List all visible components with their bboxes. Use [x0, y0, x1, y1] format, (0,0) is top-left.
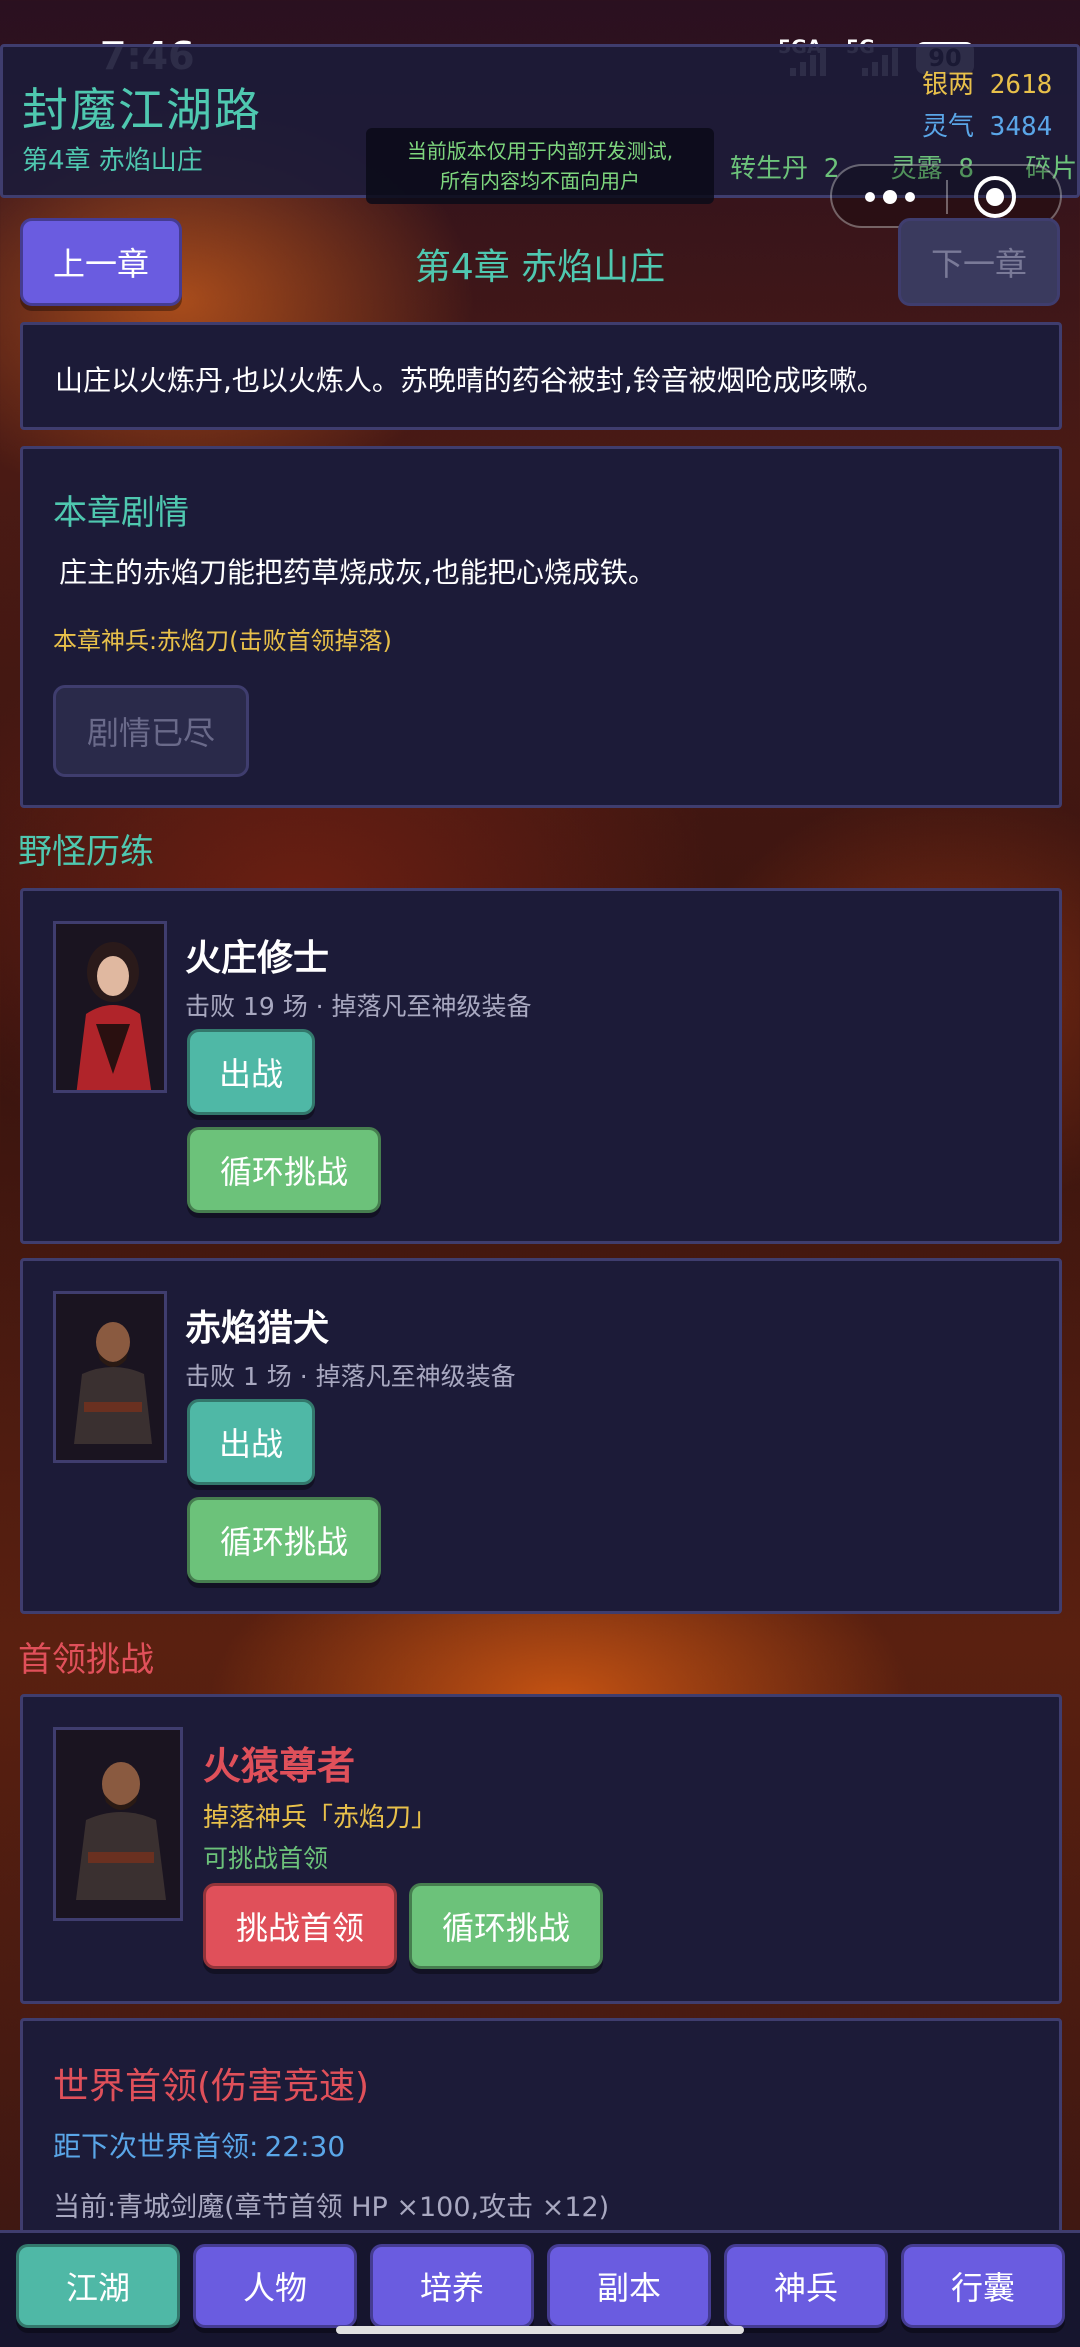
spirit-value: 3484 — [989, 112, 1053, 142]
monster-name: 火庄修士 — [185, 938, 330, 979]
chapter-intro-text: 山庄以火炼丹,也以火炼人。苏晚晴的药谷被封,铃音被烟呛成咳嗽。 — [55, 364, 885, 397]
tab-cultivate[interactable]: 培养 — [370, 2244, 534, 2328]
story-done-button[interactable]: 剧情已尽 — [53, 685, 249, 777]
boss-card: 火猿尊者 掉落神兵「赤焰刀」 可挑战首领 挑战首领 循环挑战 — [20, 1694, 1062, 2004]
header-chapter: 第4章 赤焰山庄 — [22, 146, 203, 176]
close-miniprogram-icon[interactable] — [972, 174, 1018, 220]
home-indicator — [336, 2326, 744, 2334]
tab-dungeon[interactable]: 副本 — [547, 2244, 711, 2328]
dev-notice-line1: 当前版本仅用于内部开发测试, — [406, 139, 674, 163]
tab-inventory[interactable]: 行囊 — [901, 2244, 1065, 2328]
loop-challenge-button[interactable]: 循环挑战 — [187, 1497, 381, 1583]
story-text: 庄主的赤焰刀能把药草烧成灰,也能把心烧成铁。 — [59, 556, 656, 589]
tab-divine-weapon[interactable]: 神兵 — [724, 2244, 888, 2328]
world-boss-next-time: 22:30 — [264, 2130, 346, 2163]
wild-heading: 野怪历练 — [18, 832, 154, 872]
monster-info: 击败 1 场 · 掉落凡至神级装备 — [185, 1362, 516, 1391]
boss-status: 可挑战首领 — [203, 1844, 329, 1873]
rebirth-label: 转生丹 — [730, 154, 809, 184]
world-boss-panel: 世界首领(伤害竞速) 距下次世界首领: 22:30 当前:青城剑魔(章节首领 HP… — [20, 2018, 1062, 2238]
monster-portrait-fire-cultivator — [53, 921, 167, 1093]
spirit-label: 灵气 — [922, 112, 975, 142]
tab-character[interactable]: 人物 — [193, 2244, 357, 2328]
boss-heading: 首领挑战 — [18, 1640, 154, 1680]
monster-portrait-flame-hound — [53, 1291, 167, 1463]
silver-value: 2618 — [989, 70, 1053, 100]
monster-card: 火庄修士 击败 19 场 · 掉落凡至神级装备 出战 循环挑战 — [20, 888, 1062, 1244]
world-boss-current: 当前:青城剑魔(章节首领 HP ×100,攻击 ×12) — [53, 2192, 610, 2223]
boss-name: 火猿尊者 — [203, 1744, 356, 1788]
chapter-title: 第4章 赤焰山庄 — [414, 247, 666, 288]
world-boss-next-label: 距下次世界首领: — [53, 2130, 259, 2163]
dev-notice-line2: 所有内容均不面向用户 — [440, 169, 640, 193]
spirit-stat: 灵气 3484 — [922, 106, 1052, 143]
dev-notice: 当前版本仅用于内部开发测试, 所有内容均不面向用户 — [366, 128, 714, 204]
fight-button[interactable]: 出战 — [187, 1029, 315, 1115]
boss-drop: 掉落神兵「赤焰刀」 — [203, 1803, 438, 1833]
loop-challenge-button[interactable]: 循环挑战 — [187, 1127, 381, 1213]
fight-button[interactable]: 出战 — [187, 1399, 315, 1485]
game-title: 封魔江湖路 — [22, 83, 262, 137]
story-panel: 本章剧情 庄主的赤焰刀能把药草烧成灰,也能把心烧成铁。 本章神兵:赤焰刀(击败首… — [20, 446, 1062, 808]
story-heading: 本章剧情 — [53, 493, 189, 533]
monster-name: 赤焰猎犬 — [185, 1308, 330, 1349]
chapter-intro-panel: 山庄以火炼丹,也以火炼人。苏晚晴的药谷被封,铃音被烟呛成咳嗽。 — [20, 322, 1062, 430]
silver-label: 银两 — [922, 70, 975, 100]
monster-card: 赤焰猎犬 击败 1 场 · 掉落凡至神级装备 出战 循环挑战 — [20, 1258, 1062, 1614]
world-boss-heading: 世界首领(伤害竞速) — [53, 2066, 370, 2107]
tab-jianghu[interactable]: 江湖 — [16, 2244, 180, 2328]
world-boss-countdown: 距下次世界首领: 22:30 — [53, 2125, 345, 2165]
next-chapter-button[interactable]: 下一章 — [898, 218, 1060, 306]
prev-chapter-button[interactable]: 上一章 — [20, 218, 182, 306]
boss-loop-challenge-button[interactable]: 循环挑战 — [409, 1883, 603, 1969]
silver-stat: 银两 2618 — [922, 64, 1052, 101]
monster-info: 击败 19 场 · 掉落凡至神级装备 — [185, 992, 532, 1021]
boss-portrait — [53, 1727, 183, 1921]
more-menu-icon[interactable] — [860, 182, 920, 212]
challenge-boss-button[interactable]: 挑战首领 — [203, 1883, 397, 1969]
weapon-note: 本章神兵:赤焰刀(击败首领掉落) — [53, 627, 392, 655]
